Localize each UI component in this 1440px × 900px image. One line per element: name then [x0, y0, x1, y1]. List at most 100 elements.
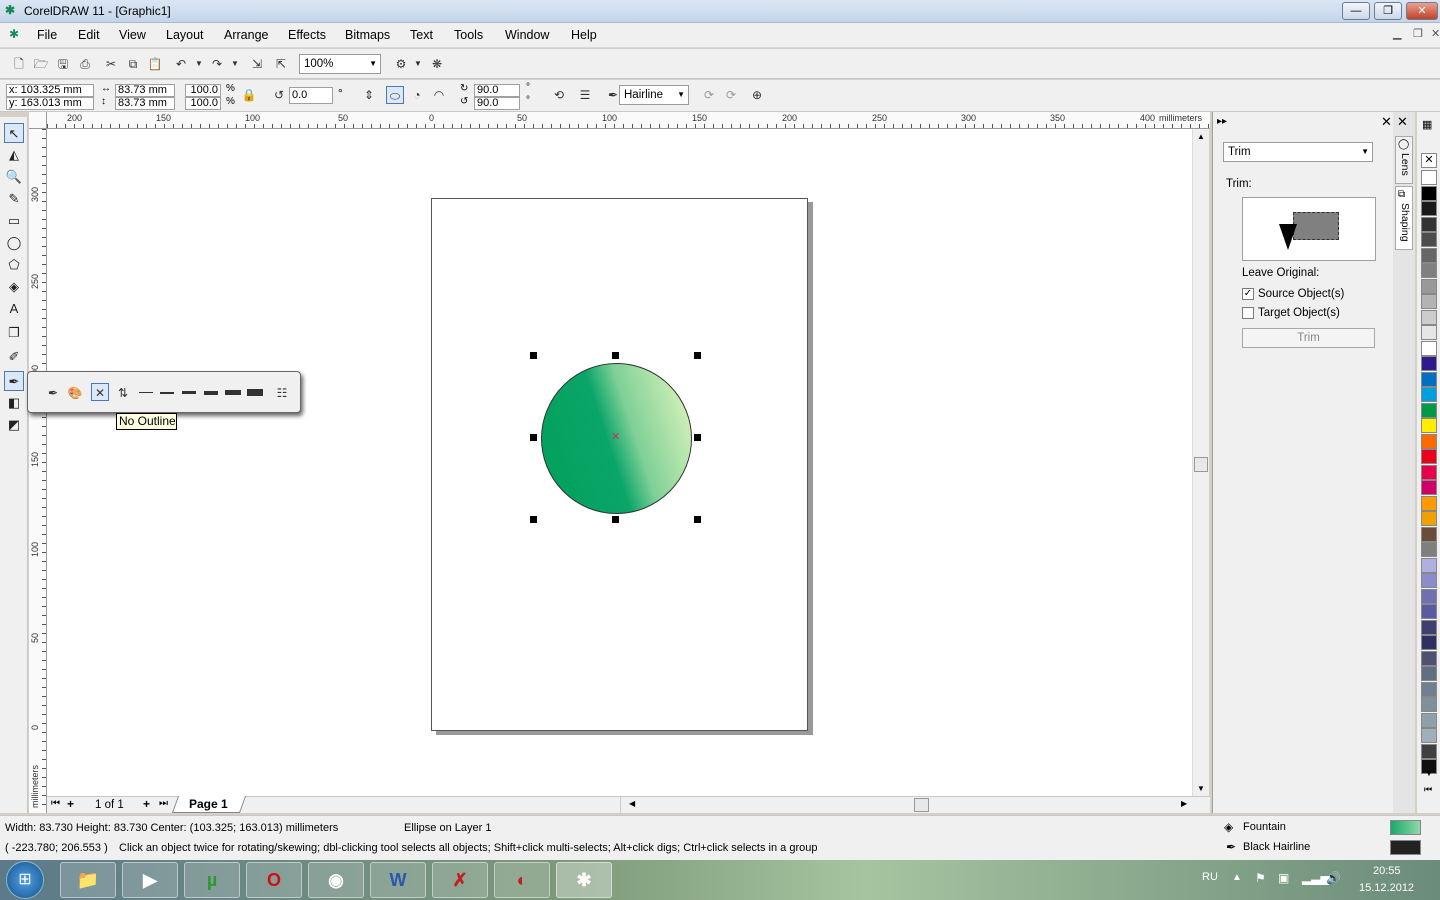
menu-window[interactable]: Window — [505, 28, 549, 42]
horizontal-scroll-thumb[interactable] — [914, 798, 929, 812]
text-tool-icon[interactable]: A — [4, 299, 24, 319]
no-outline-icon[interactable]: ✕ — [91, 383, 109, 401]
import-icon[interactable]: ⇲ — [248, 55, 266, 73]
media-player-taskbar-icon[interactable]: ▶ — [122, 862, 178, 898]
palette-swatch[interactable] — [1421, 743, 1437, 759]
palette-swatch[interactable] — [1421, 371, 1437, 387]
menu-bitmaps[interactable]: Bitmaps — [345, 28, 390, 42]
zoom-level-select[interactable]: 100% ▼ — [299, 54, 381, 74]
redo-icon[interactable]: ↷ — [208, 55, 226, 73]
palette-swatch[interactable] — [1421, 247, 1437, 263]
opera-taskbar-icon[interactable]: O — [246, 862, 302, 898]
tab-shaping[interactable]: ⧉ Shaping — [1395, 186, 1413, 250]
palette-swatch[interactable] — [1421, 278, 1437, 294]
page-tab[interactable]: Page 1 — [189, 797, 228, 811]
selection-handle[interactable] — [612, 516, 619, 523]
doc-close-button[interactable]: ✕ — [1431, 27, 1440, 40]
undo-icon[interactable]: ↶ — [172, 55, 190, 73]
action-center-icon[interactable]: ⚑ — [1255, 871, 1266, 885]
export-icon[interactable]: ⇱ — [272, 55, 290, 73]
palette-swatch[interactable] — [1421, 294, 1437, 309]
palette-swatch[interactable] — [1421, 340, 1437, 356]
wrap-text-icon[interactable]: ☰ — [576, 86, 594, 104]
redo-dropdown-icon[interactable]: ▼ — [226, 55, 244, 73]
palette-swatch[interactable] — [1421, 712, 1437, 728]
corel-online-icon[interactable]: ❋ — [428, 55, 446, 73]
palette-swatch[interactable] — [1421, 464, 1437, 480]
undo-dropdown-icon[interactable]: ▼ — [190, 55, 208, 73]
menu-edit[interactable]: Edit — [78, 28, 100, 42]
direction-icon[interactable]: ⟲ — [550, 86, 568, 104]
palette-swatch[interactable] — [1421, 511, 1437, 526]
ruler-origin[interactable] — [29, 112, 47, 129]
palette-swatch[interactable] — [1421, 666, 1437, 681]
menu-effects[interactable]: Effects — [288, 28, 326, 42]
convert-outline-icon[interactable]: ⟳ — [722, 86, 740, 104]
palette-swatch[interactable] — [1421, 557, 1437, 573]
menu-view[interactable]: View — [119, 28, 146, 42]
print-icon[interactable]: ⎙ — [76, 55, 94, 73]
paste-icon[interactable]: 📋 — [146, 55, 164, 73]
shape-tool-icon[interactable]: ◭ — [4, 145, 24, 165]
width-field[interactable]: 83.73 mm — [115, 84, 175, 97]
color-docker-icon[interactable]: ☷ — [273, 384, 291, 402]
palette-swatch[interactable] — [1421, 201, 1437, 216]
end-angle-field[interactable]: 90.0 — [474, 97, 520, 110]
selection-handle[interactable] — [530, 352, 537, 359]
launcher-dropdown-icon[interactable]: ▼ — [409, 55, 427, 73]
application-launcher-icon[interactable]: ⚙ — [392, 55, 410, 73]
rotation-field[interactable]: 0.0 — [289, 87, 333, 104]
minimize-button[interactable]: — — [1342, 2, 1370, 20]
palette-swatch[interactable] — [1421, 170, 1437, 185]
ellipse-mode-icon[interactable]: ⬭ — [386, 86, 404, 104]
no-color-swatch[interactable]: ✕ — [1421, 153, 1437, 168]
scroll-right-icon[interactable]: ▶ — [1181, 799, 1187, 808]
start-angle-field[interactable]: 90.0 — [474, 84, 520, 97]
doc-restore-button[interactable]: ❐ — [1413, 27, 1423, 40]
palette-swatch[interactable] — [1421, 526, 1437, 542]
add-page-after-icon[interactable]: + — [143, 797, 150, 811]
add-page-before-icon[interactable]: + — [67, 797, 74, 811]
menu-tools[interactable]: Tools — [454, 28, 483, 42]
scale-x-field[interactable]: 100.0 — [185, 84, 221, 97]
rectangle-tool-icon[interactable]: ▭ — [4, 211, 24, 231]
outline-width-line[interactable] — [225, 390, 241, 395]
docker-close-icon[interactable]: ✕ — [1381, 114, 1392, 130]
docker-tabs-close-icon[interactable]: ✕ — [1397, 114, 1408, 130]
palette-swatch[interactable] — [1421, 418, 1437, 433]
copy-icon[interactable]: ⧉ — [124, 55, 142, 73]
palette-swatch[interactable] — [1421, 542, 1437, 557]
tray-time[interactable]: 20:55 — [1373, 865, 1401, 877]
basic-shapes-tool-icon[interactable]: ◈ — [4, 277, 24, 297]
palette-menu-icon[interactable]: ▦ — [1422, 118, 1432, 131]
utorrent-taskbar-icon[interactable]: µ — [184, 862, 240, 898]
palette-swatch[interactable] — [1421, 449, 1437, 464]
network-adapter-icon[interactable]: ▣ — [1278, 871, 1289, 885]
menu-text[interactable]: Text — [410, 28, 433, 42]
open-icon[interactable]: 🗁 — [32, 55, 50, 73]
zoom-tool-icon[interactable]: 🔍 — [4, 167, 24, 187]
target-icon[interactable]: ⊕ — [748, 86, 766, 104]
first-page-icon[interactable]: ⏮ — [51, 798, 60, 809]
vertical-scroll-thumb[interactable] — [1194, 457, 1208, 472]
lock-ratio-icon[interactable]: 🔒 — [240, 86, 258, 104]
palette-swatch[interactable] — [1421, 480, 1437, 495]
interactive-fill-tool-icon[interactable]: ◩ — [4, 415, 24, 435]
outline-width-line[interactable] — [247, 389, 263, 396]
menu-help[interactable]: Help — [571, 28, 597, 42]
palette-scroll-down-icon[interactable]: ▼ — [1425, 769, 1433, 778]
chrome-taskbar-icon[interactable]: ◉ — [308, 862, 364, 898]
outline-color-swatch[interactable] — [1390, 840, 1421, 855]
horizontal-scrollbar[interactable]: ◀ ▶ — [620, 797, 1210, 813]
palette-swatch[interactable] — [1421, 325, 1437, 340]
pdf-taskbar-icon[interactable]: ✗ — [432, 862, 488, 898]
coreldraw-taskbar-icon[interactable]: ✱ — [556, 862, 612, 898]
freehand-tool-icon[interactable]: ✎ — [4, 189, 24, 209]
fill-tool-icon[interactable]: ◧ — [4, 393, 24, 413]
selection-handle[interactable] — [694, 352, 701, 359]
cut-icon[interactable]: ✂ — [102, 55, 120, 73]
selection-handle[interactable] — [612, 352, 619, 359]
palette-swatch[interactable] — [1421, 185, 1437, 201]
hairline-outline-icon[interactable]: ⇅ — [114, 384, 132, 402]
palette-swatch[interactable] — [1421, 263, 1437, 278]
